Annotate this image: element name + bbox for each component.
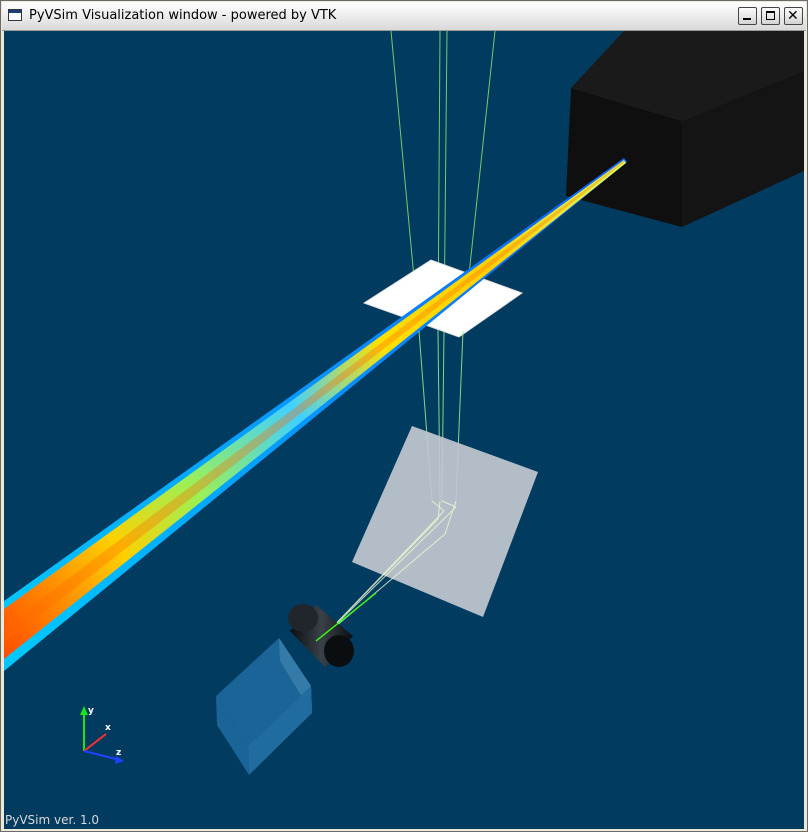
axis-z-label: z [116,748,121,758]
title-bar[interactable]: PyVSim Visualization window - powered by… [2,2,806,31]
minimize-icon [743,18,751,20]
app-window: PyVSim Visualization window - powered by… [0,0,808,832]
camera-lens [288,604,354,667]
camera-body [216,638,312,775]
laser-sheet-beam [4,158,627,671]
orientation-axes: y x z [80,706,124,764]
vtk-render-viewport[interactable]: y x z PyVSim ver. 1.0 [4,31,804,829]
maximize-button[interactable] [761,7,780,25]
window-title: PyVSim Visualization window - powered by… [29,8,337,23]
mirror-plane [352,426,538,617]
laser-source-box [566,31,804,227]
scene-canvas[interactable]: y x z [4,31,804,829]
axis-y-label: y [88,706,94,716]
close-button[interactable]: ✕ [784,7,803,25]
axis-x-label: x [105,723,111,733]
close-icon: ✕ [787,8,799,24]
version-label: PyVSim ver. 1.0 [5,813,100,827]
minimize-button[interactable] [738,7,757,25]
window-app-icon[interactable] [8,9,22,21]
maximize-icon [766,11,775,20]
